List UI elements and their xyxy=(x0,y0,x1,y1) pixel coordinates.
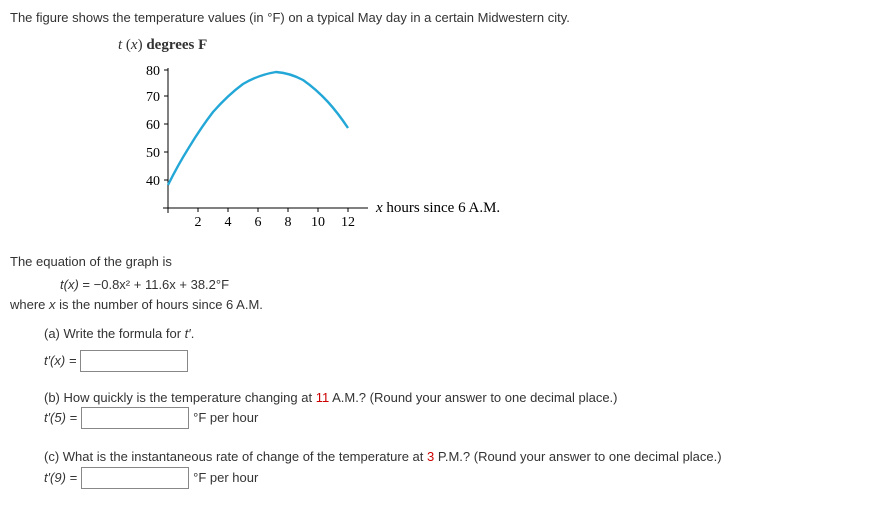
svg-text:6: 6 xyxy=(255,215,262,230)
part-c-post: P.M.? (Round your answer to one decimal … xyxy=(434,449,721,464)
where-post: is the number of hours since 6 A.M. xyxy=(56,297,263,312)
part-b-input[interactable] xyxy=(81,407,189,429)
part-c-lhs: t′(9) = xyxy=(44,468,77,488)
intro-text: The figure shows the temperature values … xyxy=(10,8,871,28)
part-c: (c) What is the instantaneous rate of ch… xyxy=(44,447,871,489)
svg-text:8: 8 xyxy=(285,215,292,230)
eq-rhs: −0.8x² + 11.6x + 38.2°F xyxy=(94,277,229,292)
part-a-input[interactable] xyxy=(80,350,188,372)
part-a: (a) Write the formula for t′. t′(x) = xyxy=(44,324,871,372)
ylabel-arg: x xyxy=(131,37,138,53)
svg-text:60: 60 xyxy=(146,118,160,133)
part-c-prompt: (c) What is the instantaneous rate of ch… xyxy=(44,447,871,467)
svg-text:10: 10 xyxy=(311,215,325,230)
svg-text:x hours since 6 A.M.: x hours since 6 A.M. xyxy=(375,200,500,216)
part-a-post: . xyxy=(191,326,195,341)
svg-text:4: 4 xyxy=(225,215,232,230)
svg-text:12: 12 xyxy=(341,215,355,230)
where-clause: where x is the number of hours since 6 A… xyxy=(10,295,871,315)
part-a-prompt: (a) Write the formula for t′. xyxy=(44,324,871,344)
part-c-unit: °F per hour xyxy=(193,468,258,488)
part-b: (b) How quickly is the temperature chang… xyxy=(44,388,871,430)
part-b-lhs: t′(5) = xyxy=(44,408,77,428)
equation-intro: The equation of the graph is xyxy=(10,252,871,272)
part-a-lhs: t′(x) = xyxy=(44,351,76,371)
ylabel-func: t xyxy=(118,37,122,53)
part-c-input[interactable] xyxy=(81,467,189,489)
part-b-pre: (b) How quickly is the temperature chang… xyxy=(44,390,316,405)
part-b-unit: °F per hour xyxy=(193,408,258,428)
eq-lhs-arg: x xyxy=(68,277,75,292)
svg-text:80: 80 xyxy=(146,64,160,79)
svg-text:2: 2 xyxy=(195,215,202,230)
eq-lhs-func: t xyxy=(60,277,64,292)
svg-text:40: 40 xyxy=(146,174,160,189)
equation: t(x) = −0.8x² + 11.6x + 38.2°F xyxy=(60,275,871,295)
where-pre: where xyxy=(10,297,49,312)
chart-container: t (x) degrees F 40 50 60 70 80 2 4 6 8 1… xyxy=(108,34,871,244)
part-c-pre: (c) What is the instantaneous rate of ch… xyxy=(44,449,427,464)
part-b-post: A.M.? (Round your answer to one decimal … xyxy=(329,390,617,405)
part-a-pre: (a) Write the formula for xyxy=(44,326,185,341)
y-axis-label: t (x) degrees F xyxy=(118,34,871,57)
part-b-red: 11 xyxy=(316,390,330,405)
temperature-chart: 40 50 60 70 80 2 4 6 8 10 12 x hours sin… xyxy=(108,58,528,238)
svg-text:50: 50 xyxy=(146,146,160,161)
svg-text:70: 70 xyxy=(146,90,160,105)
curve-line xyxy=(168,72,348,185)
part-b-prompt: (b) How quickly is the temperature chang… xyxy=(44,388,871,408)
ylabel-text: degrees F xyxy=(146,37,207,53)
